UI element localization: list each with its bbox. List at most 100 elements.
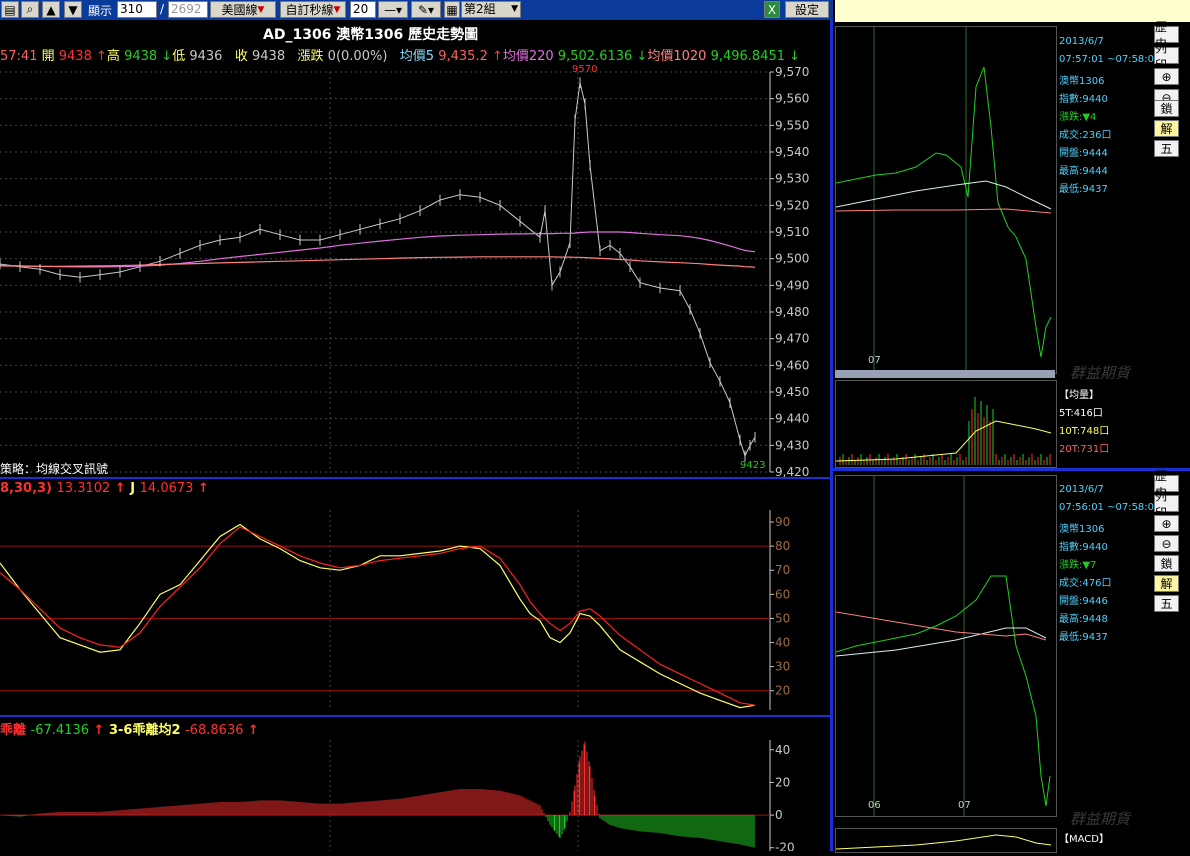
mini-chart-1: 07: [835, 26, 1057, 374]
series-line-close: [0, 82, 756, 458]
y-tick-label: 20: [775, 775, 790, 789]
y-tick-label: 9,500: [775, 252, 809, 266]
p1-open: 開盤:9444: [1059, 148, 1108, 159]
interval-label: 自訂秒線: [285, 3, 334, 17]
five-button-1[interactable]: 五: [1154, 140, 1179, 157]
p2-change: 漲跌:▼7: [1059, 560, 1097, 571]
y-tick-label: 9,570: [775, 65, 809, 79]
y-tick-label: 40: [775, 743, 790, 757]
zoom-out-icon-2[interactable]: ⊖: [1154, 535, 1179, 552]
arrow-up-icon[interactable]: ▲: [42, 1, 60, 18]
interval-select[interactable]: 自訂秒線 ▼: [280, 1, 346, 18]
series-line-ma220: [0, 231, 756, 268]
mini-chart-2-canvas: 06 07: [835, 476, 1051, 816]
interval-value-input[interactable]: 20: [350, 1, 376, 18]
series-line-K: [0, 523, 756, 709]
p1-low: 最低:9437: [1059, 184, 1108, 195]
zoom-in-icon-2[interactable]: ⊕: [1154, 515, 1179, 532]
y-tick-label: 40: [775, 636, 790, 650]
legend-high: 9438: [124, 49, 158, 64]
legend-close: 9438: [252, 49, 286, 64]
lock-button-1[interactable]: 鎖: [1154, 100, 1179, 117]
legend-open-label: 開: [41, 49, 55, 64]
mini-macd-2: [835, 828, 1057, 853]
line-style-select[interactable]: —▾: [378, 1, 408, 18]
five-button-2[interactable]: 五: [1154, 595, 1179, 612]
kd-legend: 8,30,3) 13.3102 ↑ J 14.0673 ↑: [0, 481, 209, 496]
y-tick-label: 9,450: [775, 385, 809, 399]
y-tick-label: 9,530: [775, 172, 809, 186]
mini-ma-line: [835, 180, 1052, 210]
series-line-D: [0, 526, 756, 706]
toolbar: ▤ ⌕ ▲ ▼ 顯示 310 / 2692 美國線 ▼ 自訂秒線 ▼ 20 —▾ ✎…: [0, 0, 833, 20]
bias-avg-label: 3-6乖離均2: [108, 723, 181, 738]
unlock-button-2[interactable]: 解: [1154, 575, 1179, 592]
lock-button-2[interactable]: 鎖: [1154, 555, 1179, 572]
y-tick-label: 0: [775, 808, 783, 822]
legend-high-label: 高: [106, 49, 120, 64]
y-tick-label: 9,560: [775, 92, 809, 106]
y-tick-label: 9,480: [775, 305, 809, 319]
p2-low: 最低:9437: [1059, 632, 1108, 643]
mini-ma-line: [835, 208, 1052, 214]
bias-avg-value: -68.8636: [185, 723, 244, 738]
mini-axis-label: 07: [868, 355, 881, 366]
kd-j-label: J: [130, 481, 136, 496]
y-tick-label: 9,510: [775, 225, 809, 239]
kd-params: 8,30,3): [0, 481, 52, 496]
zoom-in-icon[interactable]: ⊕: [1154, 68, 1179, 85]
p2-sub-title: 【MACD】: [1059, 834, 1109, 845]
mini-axis-label: 06: [868, 800, 881, 811]
group-label: 第2組: [464, 2, 496, 16]
p1-sub-20t: 20T:731口: [1059, 444, 1110, 455]
p2-date: 2013/6/7: [1059, 484, 1104, 495]
y-tick-label: 9,540: [775, 145, 809, 159]
y-tick-label: 80: [775, 539, 790, 553]
y-tick-label: -20: [775, 841, 795, 851]
grid-icon[interactable]: ▦: [444, 1, 460, 18]
kd-j-value: 14.0673: [139, 481, 194, 496]
strategy-text: 策略：均線交叉訊號: [0, 462, 109, 476]
mini-chart-1-canvas: 07: [835, 27, 1052, 373]
search-icon[interactable]: ⌕: [21, 1, 39, 18]
settings-button[interactable]: 設定: [785, 1, 829, 18]
p2-open: 開盤:9446: [1059, 596, 1108, 607]
display-total: 2692: [168, 1, 208, 18]
p1-time: 07:57:01 ~07:58:00: [1059, 54, 1161, 65]
p2-index: 指數:9440: [1059, 542, 1108, 553]
right-panel: 07 2013/6/7 07:57:01 ~07:58:00 澳幣1306 指數…: [833, 20, 1190, 853]
y-tick-label: 50: [775, 611, 790, 625]
arrow-down-icon[interactable]: ▼: [64, 1, 82, 18]
legend-ma220: 9,502.6136: [557, 49, 633, 64]
p1-volume: 成交:236口: [1059, 130, 1112, 141]
p1-index: 指數:9440: [1059, 94, 1108, 105]
panel-separator: [0, 477, 833, 479]
p1-change: 漲跌:▼4: [1059, 112, 1097, 123]
print-button-1[interactable]: 列印: [1154, 41, 1179, 72]
mini-chart-1-scrollbar[interactable]: [835, 370, 1055, 378]
legend-close-label: 收: [234, 49, 248, 64]
y-tick-label: 90: [775, 515, 790, 529]
p1-sub-10t: 10T:748口: [1059, 426, 1110, 437]
price-annotation: 9570: [572, 64, 597, 75]
chart-style-select[interactable]: 美國線 ▼: [210, 1, 276, 18]
price-annotation: 9423: [740, 460, 765, 471]
mini-chart-2: 06 07: [835, 475, 1057, 817]
p2-symbol: 澳幣1306: [1059, 524, 1105, 535]
group-select[interactable]: 第2組 ▼: [461, 1, 521, 18]
y-tick-label: 9,470: [775, 332, 809, 346]
legend-low-label: 低: [172, 49, 186, 64]
y-tick-label: 70: [775, 563, 790, 577]
excel-icon[interactable]: X: [764, 1, 780, 18]
legend-change: 0(0.00%): [327, 49, 388, 64]
y-tick-label: 9,550: [775, 118, 809, 132]
mini-price-line: [835, 66, 1052, 358]
legend-change-label: 漲跌: [297, 49, 324, 64]
print-button-2[interactable]: 列印: [1154, 489, 1179, 520]
menu-button[interactable]: ▤: [1, 1, 19, 18]
legend-time: 57:41: [0, 49, 38, 64]
display-count-input[interactable]: 310: [117, 1, 157, 18]
unlock-button-1[interactable]: 解: [1154, 120, 1179, 137]
draw-tool-select[interactable]: ✎▾: [411, 1, 441, 18]
price-legend: 57:41 開 9438 ↑高 9438 ↓低 9436 收 9438 漲跌 0…: [0, 49, 801, 64]
